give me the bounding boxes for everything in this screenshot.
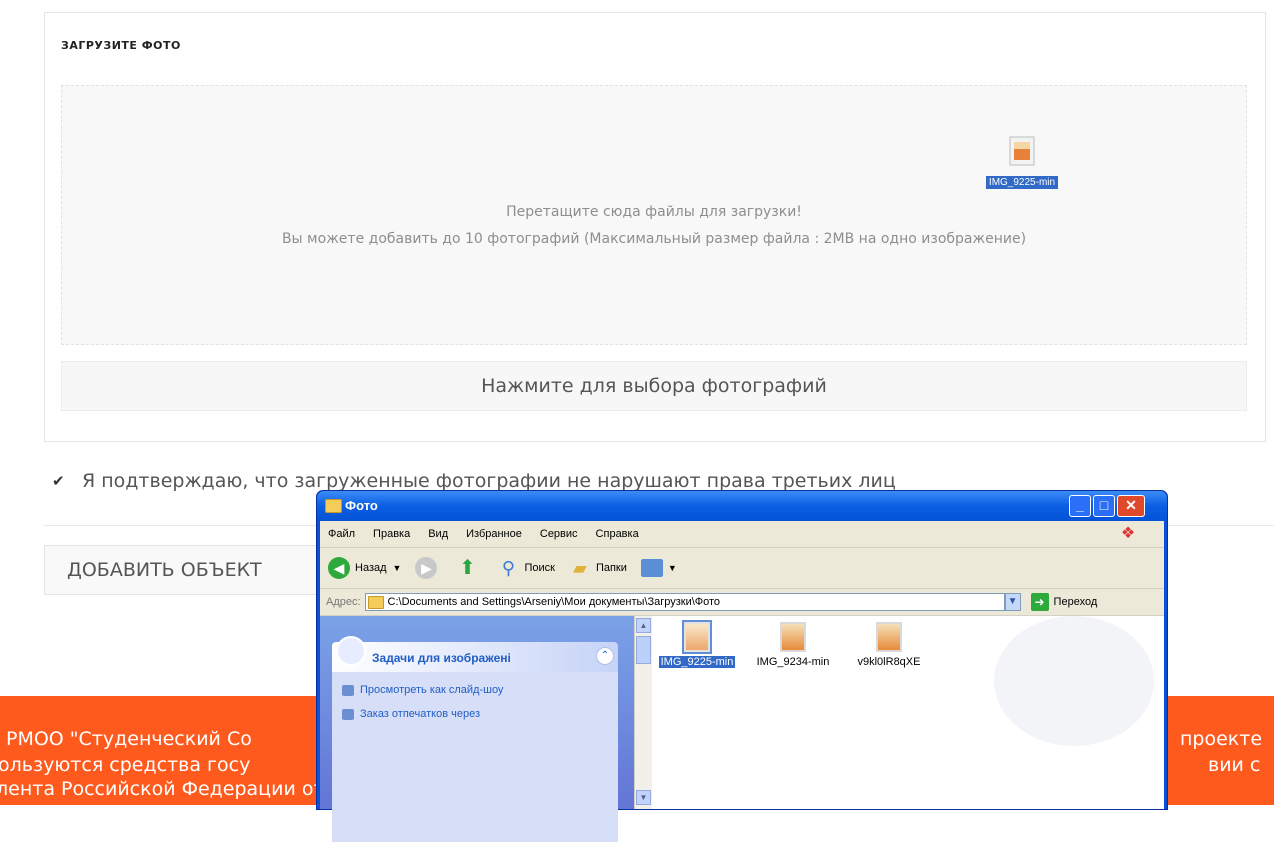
image-tasks-header[interactable]: Задачи для изображені ⌃: [332, 636, 618, 672]
views-button[interactable]: ▼: [640, 559, 677, 577]
windows-logo-icon: ❖: [1120, 525, 1136, 542]
footer-line-1-right: проекте: [1180, 728, 1263, 750]
up-folder-icon: ⬆: [459, 557, 476, 579]
back-label: Назад: [355, 562, 387, 574]
footer-line-2-right: вии с: [1208, 754, 1261, 776]
drop-hint: Перетащите сюда файлы для загрузки!: [506, 204, 802, 220]
search-button[interactable]: ⚲ Поиск: [497, 557, 555, 579]
search-label: Поиск: [524, 562, 555, 574]
go-label[interactable]: Переход: [1054, 596, 1098, 608]
menu-favorites[interactable]: Избранное: [466, 528, 522, 540]
upload-title: ЗАГРУЗИТЕ ФОТО: [61, 39, 181, 52]
task-order-prints[interactable]: Заказ отпечатков через: [332, 708, 618, 732]
task-pane: Задачи для изображені ⌃ Просмотреть как …: [320, 616, 634, 842]
menu-view[interactable]: Вид: [428, 528, 448, 540]
footer-line-2: ользуются средства госу: [0, 754, 251, 776]
file-item[interactable]: IMG_9225-min: [652, 620, 742, 668]
menu-edit[interactable]: Правка: [373, 528, 410, 540]
menu-help[interactable]: Справка: [596, 528, 639, 540]
file-item[interactable]: IMG_9234-min: [748, 622, 838, 668]
explorer-toolbar: ◀ Назад ▼ ▶ ⬆ ⚲ Поиск ▰ Папки ▼: [320, 548, 1164, 589]
scroll-up-icon[interactable]: ▲: [636, 618, 651, 633]
go-arrow-icon[interactable]: ➜: [1030, 593, 1049, 611]
image-tasks-box: Задачи для изображені ⌃ Просмотреть как …: [332, 636, 618, 842]
search-icon: ⚲: [501, 558, 516, 578]
views-icon: [640, 559, 663, 577]
select-photos-button[interactable]: Нажмите для выбора фотографий: [61, 361, 1247, 411]
explorer-title: Фото: [345, 498, 378, 513]
folders-button[interactable]: ▰ Папки: [569, 557, 627, 579]
file-list: IMG_9225-min IMG_9234-min v9kl0lR8qXE: [652, 616, 1164, 809]
folder-icon: [325, 499, 342, 513]
minimize-button[interactable]: _: [1069, 495, 1091, 517]
forward-arrow-icon: ▶: [415, 557, 438, 579]
forward-button[interactable]: ▶: [415, 557, 442, 579]
file-name: IMG_9234-min: [756, 656, 830, 668]
back-button[interactable]: ◀ Назад ▼: [328, 557, 401, 579]
image-thumbnail-icon: [682, 620, 712, 654]
image-thumbnail-icon: [876, 622, 902, 652]
menu-file[interactable]: Файл: [328, 528, 355, 540]
maximize-button[interactable]: □: [1093, 495, 1115, 517]
add-object-button[interactable]: ДОБАВИТЬ ОБЪЕКТ: [44, 545, 344, 595]
image-tasks-list: Просмотреть как слайд-шоу Заказ отпечатк…: [332, 672, 618, 842]
menu-tools[interactable]: Сервис: [540, 528, 578, 540]
address-bar: Адрес: C:\Documents and Settings\Arseniy…: [320, 589, 1164, 616]
explorer-window[interactable]: Фото _ □ ✕ Файл Правка Вид Избранное Сер…: [316, 490, 1168, 842]
image-tasks-title: Задачи для изображені: [372, 651, 511, 665]
scroll-thumb[interactable]: [636, 636, 651, 664]
scroll-down-icon[interactable]: ▼: [636, 790, 651, 805]
folder-watermark: [994, 616, 1154, 746]
folder-icon: [367, 595, 384, 609]
confirm-row: ✔ Я подтверждаю, что загруженные фотогра…: [52, 470, 896, 492]
close-button[interactable]: ✕: [1117, 495, 1145, 517]
address-label: Адрес:: [326, 596, 361, 608]
address-input[interactable]: C:\Documents and Settings\Arseniy\Мои до…: [364, 593, 1005, 611]
task-slideshow[interactable]: Просмотреть как слайд-шоу: [332, 684, 618, 708]
file-name: v9kl0lR8qXE: [857, 656, 921, 668]
image-tasks-icon: [336, 636, 366, 666]
dragged-file-name: IMG_9225-min: [985, 176, 1059, 189]
dragged-file[interactable]: IMG_9225-min: [967, 136, 1077, 189]
views-dropdown-icon: ▼: [667, 563, 677, 573]
address-dropdown-icon[interactable]: ▼: [1004, 593, 1021, 611]
file-item[interactable]: v9kl0lR8qXE: [844, 622, 934, 668]
address-path: C:\Documents and Settings\Arseniy\Мои до…: [387, 596, 721, 608]
upload-panel: ЗАГРУЗИТЕ ФОТО IMG_9225-min Перетащите с…: [44, 12, 1266, 442]
image-thumbnail-icon: [780, 622, 806, 652]
task-pane-scrollbar[interactable]: ▲ ▼: [634, 616, 652, 809]
image-file-icon: [1009, 136, 1035, 166]
footer-line-1: РМОО "Студенческий Со: [6, 728, 252, 750]
drop-zone[interactable]: IMG_9225-min Перетащите сюда файлы для з…: [61, 85, 1247, 345]
confirm-label: Я подтверждаю, что загруженные фотографи…: [82, 470, 896, 492]
collapse-icon[interactable]: ⌃: [596, 647, 614, 665]
confirm-checkbox[interactable]: ✔: [52, 473, 68, 489]
back-arrow-icon: ◀: [328, 557, 350, 579]
folders-label: Папки: [595, 562, 627, 574]
up-button[interactable]: ⬆: [456, 557, 483, 579]
explorer-client: Файл Правка Вид Избранное Сервис Справка…: [320, 521, 1164, 842]
menubar: Файл Правка Вид Избранное Сервис Справка…: [320, 521, 1164, 548]
folders-icon: ▰: [573, 558, 587, 578]
file-name: IMG_9225-min: [658, 656, 736, 668]
explorer-titlebar[interactable]: Фото _ □ ✕: [317, 491, 1167, 521]
drop-limits: Вы можете добавить до 10 фотографий (Мак…: [281, 231, 1027, 247]
back-dropdown-icon[interactable]: ▼: [393, 563, 402, 573]
